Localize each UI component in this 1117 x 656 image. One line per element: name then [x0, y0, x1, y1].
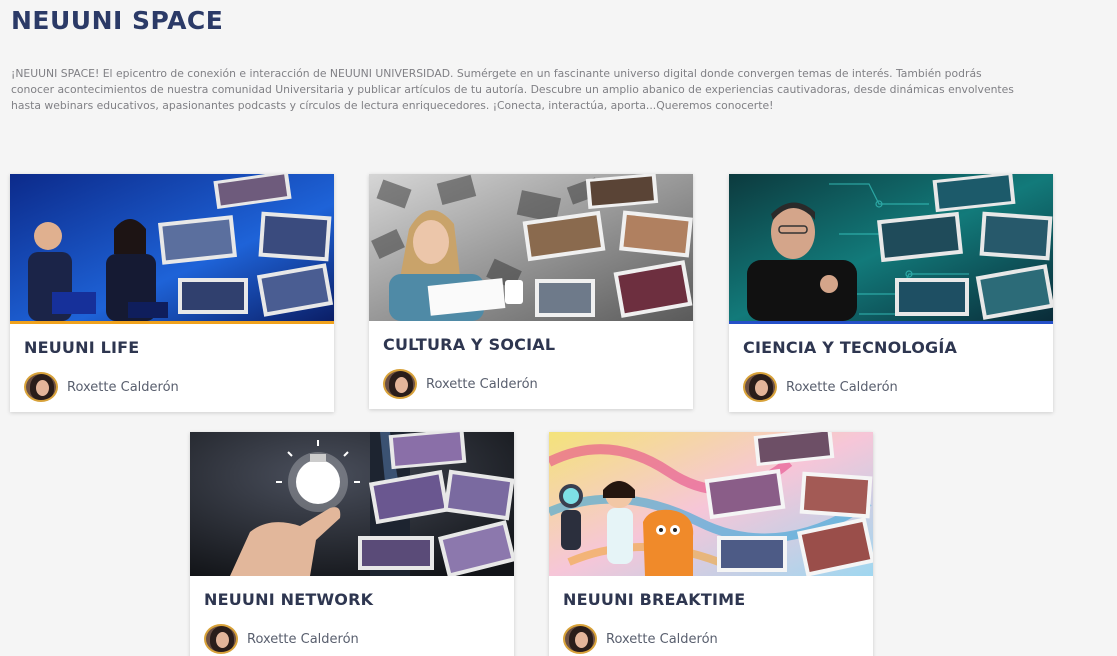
card-title[interactable]: NEUUNI LIFE — [24, 338, 139, 357]
card-author[interactable]: Roxette Calderón — [24, 372, 179, 402]
card-title[interactable]: CIENCIA Y TECNOLOGÍA — [743, 338, 957, 357]
author-avatar — [204, 624, 238, 654]
page-title: NEUUNI SPACE — [11, 6, 224, 35]
category-card-neuuni-life[interactable]: NEUUNI LIFE Roxette Calderón — [10, 174, 334, 412]
card-title[interactable]: NEUUNI NETWORK — [204, 590, 373, 609]
card-body: NEUUNI NETWORK Roxette Calderón — [190, 576, 514, 656]
author-name: Roxette Calderón — [786, 379, 898, 395]
author-avatar — [563, 624, 597, 654]
card-body: CIENCIA Y TECNOLOGÍA Roxette Calderón — [729, 324, 1053, 412]
card-body: NEUUNI LIFE Roxette Calderón — [10, 324, 334, 412]
card-image[interactable] — [190, 432, 514, 576]
card-cover-image — [369, 174, 693, 321]
card-author[interactable]: Roxette Calderón — [383, 369, 538, 399]
card-title[interactable]: CULTURA Y SOCIAL — [383, 335, 555, 354]
card-image[interactable] — [10, 174, 334, 321]
card-cover-image — [549, 432, 873, 576]
card-author[interactable]: Roxette Calderón — [743, 372, 898, 402]
card-title[interactable]: NEUUNI BREAKTIME — [563, 590, 745, 609]
author-avatar — [24, 372, 58, 402]
author-name: Roxette Calderón — [247, 631, 359, 647]
card-author[interactable]: Roxette Calderón — [563, 624, 718, 654]
card-image[interactable] — [549, 432, 873, 576]
card-author[interactable]: Roxette Calderón — [204, 624, 359, 654]
category-card-neuuni-breaktime[interactable]: NEUUNI BREAKTIME Roxette Calderón — [549, 432, 873, 656]
page-intro: ¡NEUUNI SPACE! El epicentro de conexión … — [11, 67, 1014, 112]
card-body: CULTURA Y SOCIAL Roxette Calderón — [369, 321, 693, 409]
category-card-cultura-y-social[interactable]: CULTURA Y SOCIAL Roxette Calderón — [369, 174, 693, 409]
card-cover-image — [190, 432, 514, 576]
page: NEUUNI SPACE ¡NEUUNI SPACE! El epicentro… — [0, 0, 1117, 656]
card-image[interactable] — [729, 174, 1053, 321]
author-name: Roxette Calderón — [67, 379, 179, 395]
author-avatar — [743, 372, 777, 402]
category-card-ciencia-y-tecnologia[interactable]: CIENCIA Y TECNOLOGÍA Roxette Calderón — [729, 174, 1053, 412]
author-name: Roxette Calderón — [426, 376, 538, 392]
category-card-neuuni-network[interactable]: NEUUNI NETWORK Roxette Calderón — [190, 432, 514, 656]
card-cover-image — [10, 174, 334, 321]
author-name: Roxette Calderón — [606, 631, 718, 647]
card-body: NEUUNI BREAKTIME Roxette Calderón — [549, 576, 873, 656]
card-cover-image — [729, 174, 1053, 321]
card-image[interactable] — [369, 174, 693, 321]
author-avatar — [383, 369, 417, 399]
